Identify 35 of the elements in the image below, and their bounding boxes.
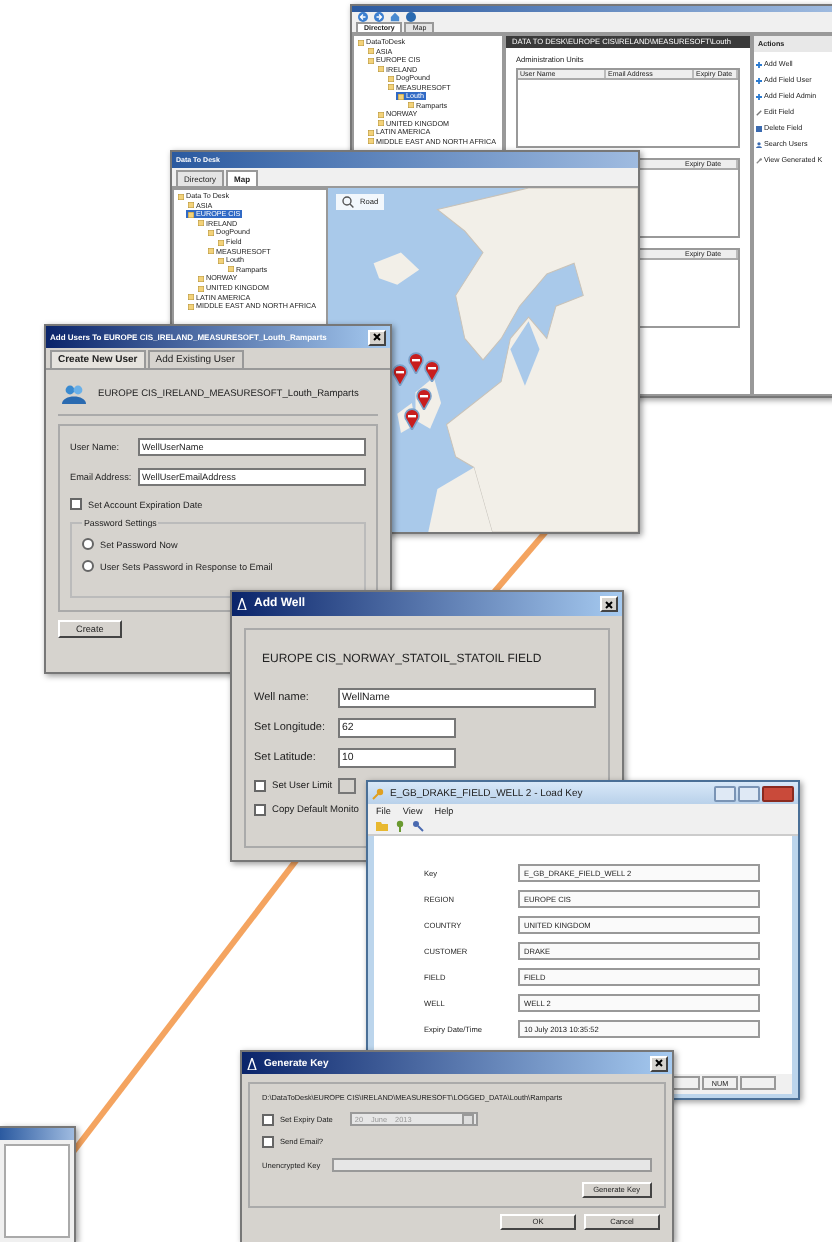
key-icon[interactable]: [412, 820, 424, 832]
plus-icon: [756, 61, 762, 67]
plus-icon: [756, 77, 762, 83]
pin-icon[interactable]: [408, 352, 424, 374]
checkbox[interactable]: [262, 1136, 274, 1148]
arrow-left-icon[interactable]: [358, 12, 368, 22]
plus-icon: [756, 93, 762, 99]
content-panel: [4, 1144, 70, 1238]
status-cell: [740, 1076, 776, 1090]
title-bar: [0, 1128, 74, 1140]
close-icon: [604, 599, 614, 609]
checkbox[interactable]: [70, 498, 82, 510]
pin-icon[interactable]: [416, 388, 432, 410]
zoom-icon[interactable]: [342, 196, 354, 208]
close-icon: [372, 332, 382, 342]
radio-button[interactable]: [82, 538, 94, 550]
minimize-button[interactable]: [714, 785, 736, 801]
close-button[interactable]: [762, 785, 794, 801]
checkbox[interactable]: [254, 804, 266, 816]
input-field[interactable]: [338, 778, 357, 794]
person-icon: [756, 141, 762, 147]
maximize-button[interactable]: [738, 785, 760, 801]
close-icon: [654, 1058, 664, 1068]
pin-icon[interactable]: [404, 408, 420, 430]
arrow-right-icon[interactable]: [374, 12, 384, 22]
radio-button[interactable]: [82, 560, 94, 572]
input-field[interactable]: [332, 1158, 652, 1172]
key-icon: [756, 157, 762, 163]
pin-icon[interactable]: [392, 364, 408, 386]
key-icon: [372, 787, 384, 799]
users-icon: [62, 384, 86, 404]
pin-icon[interactable]: [424, 360, 440, 382]
checkbox[interactable]: [254, 780, 266, 792]
pencil-icon: [756, 109, 762, 115]
pin-icon[interactable]: [394, 820, 406, 832]
